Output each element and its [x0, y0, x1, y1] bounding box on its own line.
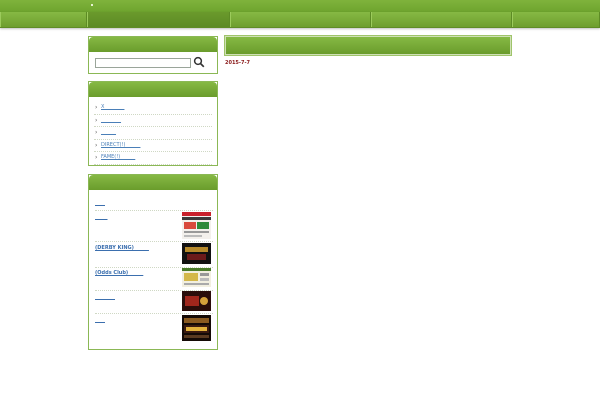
category-item: › ________	[94, 115, 212, 128]
chevron-right-icon: ›	[95, 104, 98, 111]
category-link[interactable]: FAME(!)______	[101, 152, 135, 163]
search-widget	[88, 36, 218, 74]
nav-tab-5[interactable]	[512, 12, 600, 27]
site-header	[0, 0, 600, 12]
category-item: › FAME(!)______	[94, 152, 212, 165]
category-item: › X________	[94, 102, 212, 115]
site-thumbnail-icon[interactable]	[182, 243, 211, 264]
category-link[interactable]: ________	[101, 115, 121, 126]
link-row: ____	[95, 195, 213, 211]
global-nav	[0, 12, 600, 28]
link-item[interactable]: (DERBY KING)______	[95, 245, 149, 251]
site-thumbnail-icon[interactable]	[182, 212, 211, 239]
link-row: (Odds Club)______	[95, 268, 213, 291]
link-item[interactable]: _____	[95, 214, 108, 220]
search-icon[interactable]	[193, 56, 205, 68]
link-row: (DERBY KING)______	[95, 242, 213, 268]
post-date: 2015-7-7	[225, 60, 251, 66]
search-widget-header	[89, 37, 217, 52]
category-item: › ______	[94, 127, 212, 140]
link-item[interactable]: ____	[95, 317, 105, 323]
category-widget-header	[89, 82, 217, 97]
nav-tab-4[interactable]	[371, 12, 512, 27]
nav-tab-1[interactable]	[0, 12, 87, 27]
category-link[interactable]: DIRECT(!)______	[101, 140, 140, 151]
post-title-bar	[224, 35, 512, 56]
site-title[interactable]	[91, 4, 93, 6]
category-item: › DIRECT(!)______	[94, 140, 212, 153]
link-item[interactable]: ____	[95, 200, 105, 206]
site-thumbnail-icon[interactable]	[182, 291, 211, 311]
nav-tab-2[interactable]	[87, 12, 230, 27]
link-row: ________	[95, 291, 213, 314]
category-link[interactable]: X________	[101, 102, 124, 113]
link-item[interactable]: (Odds Club)______	[95, 270, 143, 276]
link-item[interactable]: ________	[95, 294, 115, 300]
link-row: ____	[95, 314, 213, 344]
chevron-right-icon: ›	[95, 141, 98, 149]
category-list: › X________ › ________ › ______ › DIRECT(!)_…	[94, 102, 212, 165]
nav-tab-3[interactable]	[230, 12, 371, 27]
chevron-right-icon: ›	[95, 154, 98, 162]
site-thumbnail-icon[interactable]	[182, 268, 211, 287]
site-thumbnail-icon[interactable]	[182, 315, 211, 341]
category-link[interactable]: ______	[101, 127, 116, 138]
category-widget: › X________ › ________ › ______ › DIRECT(!)_…	[88, 81, 218, 166]
chevron-right-icon: ›	[95, 116, 98, 124]
link-row: _____	[95, 211, 213, 242]
chevron-right-icon: ›	[95, 129, 98, 137]
search-input[interactable]	[95, 58, 191, 68]
links-widget-header	[89, 175, 217, 190]
links-widget: ____ _____ (DERBY KING)______ (Odds Club…	[88, 174, 218, 350]
